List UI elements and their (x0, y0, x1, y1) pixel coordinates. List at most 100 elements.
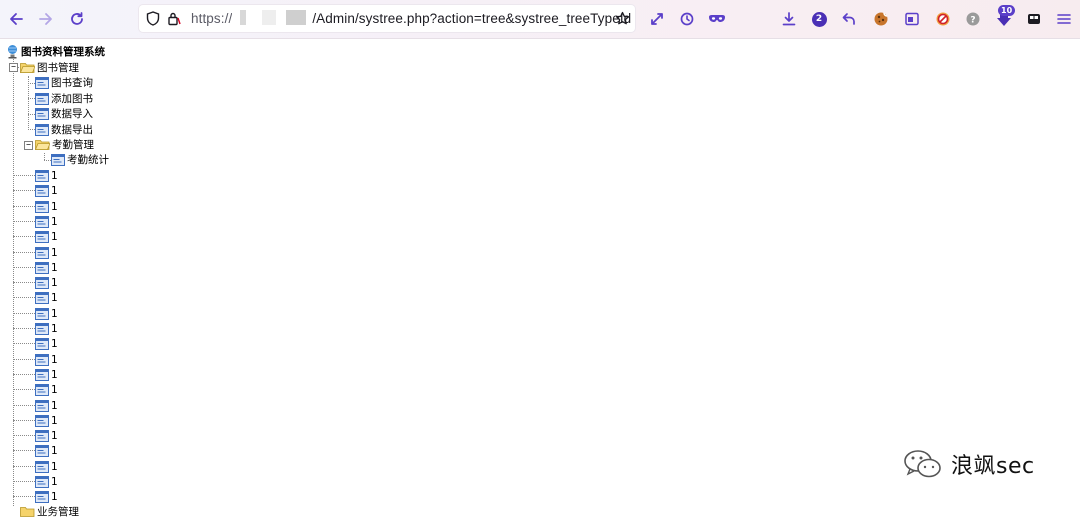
tree-item-label: 1 (51, 230, 58, 243)
tree-item-injected[interactable]: 1 (35, 382, 58, 397)
tree-hline (13, 267, 35, 268)
tree-hline (28, 83, 35, 84)
tree-hline (13, 343, 35, 344)
extension-notification-button[interactable]: 2 (808, 8, 830, 30)
address-bar[interactable]: https:// /Admin/systree.php?action=tree&s… (139, 5, 635, 32)
tree-hline (13, 496, 35, 497)
undo-arrow-icon (842, 13, 855, 25)
computer-globe-icon (8, 45, 17, 59)
tree-item-label: 1 (51, 276, 58, 289)
tree-item-label: 1 (51, 399, 58, 412)
back-arrow-icon (10, 13, 23, 25)
back-button[interactable] (5, 8, 27, 30)
insecure-lock-icon[interactable] (167, 11, 181, 26)
tree-item-data-import[interactable]: 数据导入 (35, 106, 93, 121)
tree-item-injected[interactable]: 1 (35, 183, 58, 198)
expand-arrows-icon (651, 13, 663, 25)
tree-folder-business-partial[interactable]: 业务管理 (20, 504, 79, 519)
page-item-icon (35, 246, 49, 259)
forward-button[interactable] (35, 8, 57, 30)
tree-item-injected[interactable]: 1 (35, 367, 58, 382)
page-item-icon (35, 261, 49, 274)
tree-item-add-book[interactable]: 添加图书 (35, 91, 93, 106)
container-extension-button[interactable] (1023, 8, 1045, 30)
tree-item-injected[interactable]: 1 (35, 214, 58, 229)
reader-extension-button[interactable] (901, 8, 923, 30)
tree-item-label: 1 (51, 169, 58, 182)
tree-item-attendance-stats[interactable]: 考勤统计 (51, 152, 109, 167)
tree-item-injected[interactable]: 1 (35, 199, 58, 214)
undo-close-tab-button[interactable] (838, 8, 860, 30)
private-mode-button[interactable] (706, 8, 728, 30)
tracking-shield-icon[interactable] (146, 11, 160, 26)
tree-line-book (28, 76, 29, 130)
tree-item-injected[interactable]: 1 (35, 398, 58, 413)
tree-item-injected[interactable]: 1 (35, 489, 58, 504)
tree-item-injected[interactable]: 1 (35, 443, 58, 458)
tree-item-injected[interactable]: 1 (35, 413, 58, 428)
tree-item-injected[interactable]: 1 (35, 260, 58, 275)
tree-item-label: 添加图书 (51, 93, 93, 105)
help-extension-button[interactable]: ? (962, 8, 984, 30)
download-manager-extension-button[interactable]: 10 (993, 5, 1016, 30)
watermark-text: 浪飒sec (951, 454, 1035, 479)
fullscreen-button[interactable] (646, 8, 668, 30)
tree-item-injected[interactable]: 1 (35, 336, 58, 351)
tree-item-label: 1 (51, 353, 58, 366)
tree-hline (13, 236, 35, 237)
menu-button[interactable] (1053, 8, 1075, 30)
page-item-icon (35, 230, 49, 243)
tree-item-injected[interactable]: 1 (35, 459, 58, 474)
tree-item-injected[interactable]: 1 (35, 428, 58, 443)
tree-item-injected[interactable]: 1 (35, 275, 58, 290)
page-item-icon (35, 475, 49, 488)
tree-root[interactable]: 图书资料管理系统 (6, 44, 105, 59)
page-item-icon (35, 399, 49, 412)
cookie-extension-button[interactable] (870, 8, 892, 30)
notification-count-badge: 2 (811, 11, 827, 27)
private-mask-icon (709, 15, 725, 22)
tree-line-attendance (44, 153, 45, 160)
history-button[interactable] (676, 8, 698, 30)
tree-hline (13, 359, 35, 360)
page-item-icon (35, 200, 49, 213)
tree-folder-book-management[interactable]: 图书管理 (20, 60, 79, 75)
tree-hline (13, 313, 35, 314)
collapse-toggle[interactable]: − (24, 141, 33, 150)
tree-item-injected[interactable]: 1 (35, 474, 58, 489)
wechat-logo-icon (904, 450, 941, 478)
reload-button[interactable] (66, 8, 88, 30)
tree-item-label: 1 (51, 291, 58, 304)
tree-hline (13, 466, 35, 467)
tree-item-injected[interactable]: 1 (35, 245, 58, 260)
tree-item-injected[interactable]: 1 (35, 168, 58, 183)
page-item-icon (35, 353, 49, 366)
tree-hline (13, 190, 35, 191)
url-scheme: https:// (191, 11, 233, 26)
tree-item-injected[interactable]: 1 (35, 352, 58, 367)
tree-hline (13, 374, 35, 375)
url-redacted-host (232, 10, 313, 25)
bookmark-star-icon[interactable] (615, 11, 630, 26)
tree-hline (13, 252, 35, 253)
tree-item-label: 1 (51, 475, 58, 488)
page-item-icon (51, 153, 65, 166)
tree-item-injected[interactable]: 1 (35, 229, 58, 244)
tree-item-injected[interactable]: 1 (35, 306, 58, 321)
tree-hline (28, 98, 35, 99)
collapse-toggle[interactable]: − (9, 63, 18, 72)
tree-item-book-search[interactable]: 图书查询 (35, 75, 93, 90)
tree-folder-label: 业务管理 (37, 506, 79, 518)
page-item-icon (35, 337, 49, 350)
tree-hline (13, 420, 35, 421)
forward-arrow-icon (39, 13, 52, 25)
tree-item-data-export[interactable]: 数据导出 (35, 122, 93, 137)
history-clock-icon (680, 12, 694, 26)
tree-item-injected[interactable]: 1 (35, 321, 58, 336)
page-item-icon (35, 490, 49, 503)
page-item-icon (35, 169, 49, 182)
tree-item-injected[interactable]: 1 (35, 290, 58, 305)
tree-folder-attendance[interactable]: 考勤管理 (35, 137, 94, 152)
downloads-button[interactable] (778, 8, 800, 30)
blocker-extension-button[interactable] (932, 8, 954, 30)
